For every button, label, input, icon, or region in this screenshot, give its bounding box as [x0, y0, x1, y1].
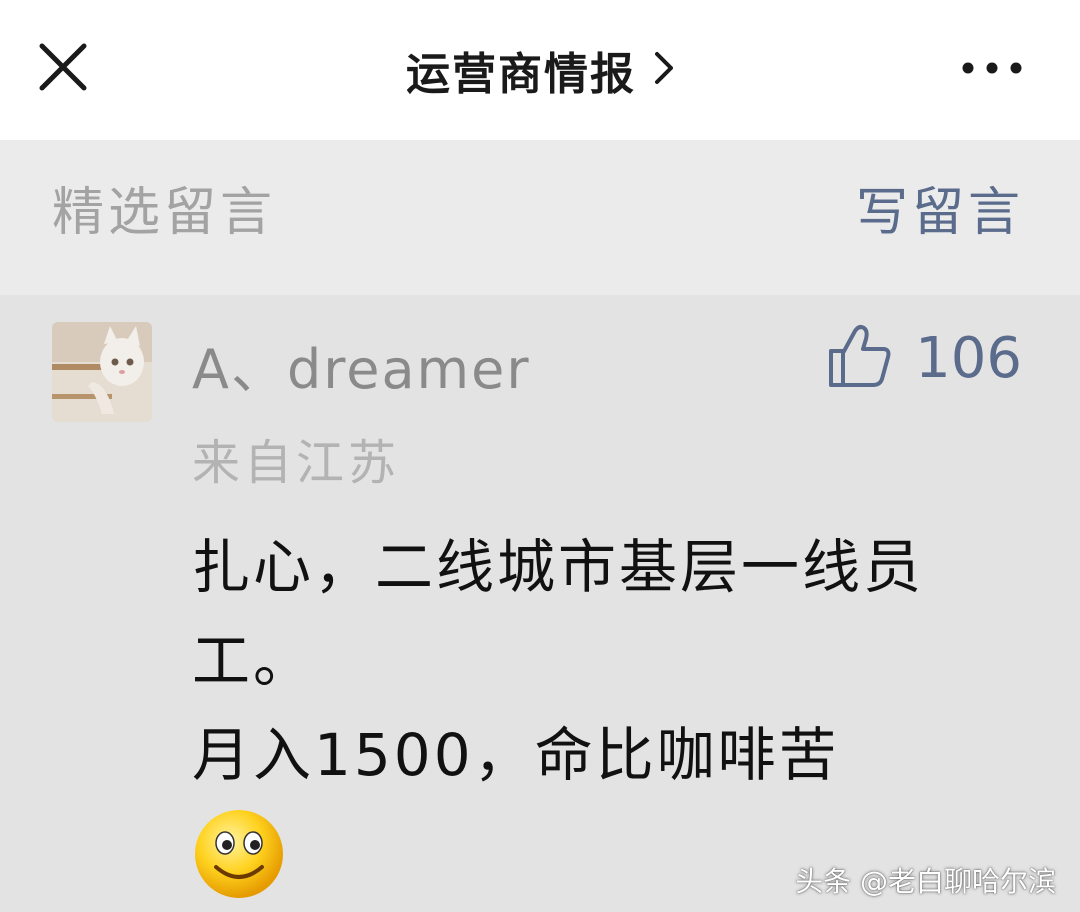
title-wrap: 运营商情报: [0, 0, 1080, 140]
avatar[interactable]: [52, 322, 152, 422]
comment-line: 扎心，二线城市基层一线员工。: [192, 533, 925, 695]
comment-username[interactable]: A、dreamer: [192, 325, 531, 404]
comment-content: 扎心，二线城市基层一线员工。 月入1500，命比咖啡苦: [192, 520, 1022, 802]
more-dots-icon[interactable]: [960, 56, 1024, 80]
comment-item: A、dreamer 106 来自江苏 扎心，二线城市基层一线员工。 月入1500…: [0, 295, 1080, 912]
close-icon[interactable]: [36, 40, 90, 94]
write-comment-link[interactable]: 写留言: [856, 170, 1024, 245]
section-title: 精选留言: [52, 183, 277, 243]
like-count: 106: [915, 325, 1022, 391]
comments-section-header: 精选留言 写留言: [0, 140, 1080, 295]
comment-line: 月入1500，命比咖啡苦: [192, 721, 840, 789]
chevron-right-icon: [654, 45, 674, 96]
page-title: 运营商情报: [406, 49, 636, 100]
account-title-link[interactable]: 运营商情报: [406, 38, 674, 102]
thumbs-up-icon: [827, 323, 893, 393]
watermark: 头条 @老白聊哈尔滨: [795, 865, 1056, 898]
top-bar: 运营商情报: [0, 0, 1080, 140]
comment-location: 来自江苏: [192, 435, 401, 491]
smiley-emoji-icon: [192, 807, 286, 901]
like-button[interactable]: 106: [827, 323, 1022, 393]
